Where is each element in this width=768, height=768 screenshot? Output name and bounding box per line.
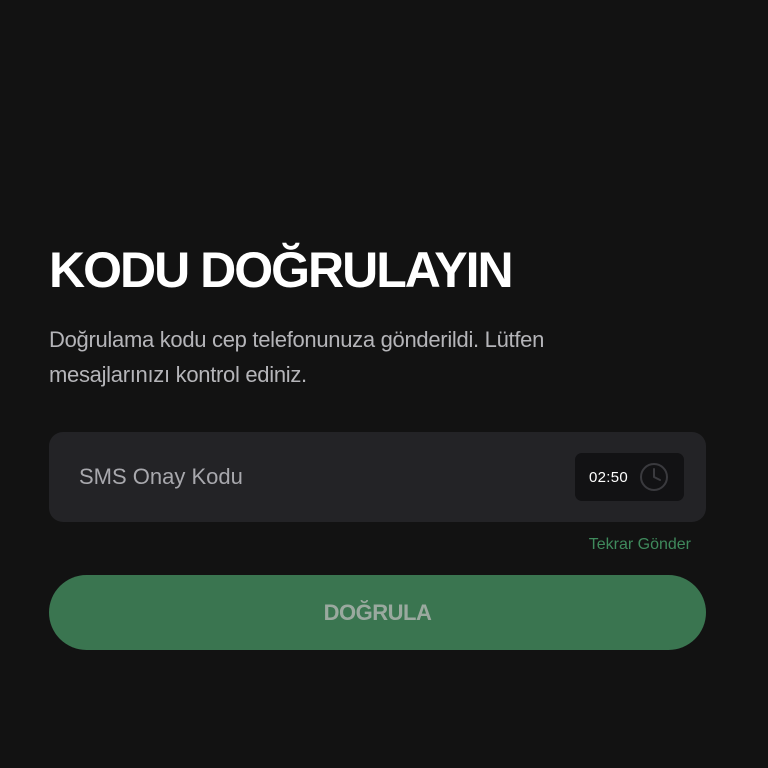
page-title: KODU DOĞRULAYIN	[49, 242, 514, 298]
countdown-timer: 02:50	[575, 453, 684, 501]
timer-text: 02:50	[589, 468, 629, 486]
sms-code-field: 02:50	[49, 432, 706, 522]
resend-code-link[interactable]: Tekrar Gönder	[589, 536, 691, 553]
page-subtitle: Doğrulama kodu cep telefonunuza gönderil…	[49, 327, 545, 387]
sms-code-input[interactable]	[79, 464, 575, 490]
verification-form: KODU DOĞRULAYIN Doğrulama kodu cep telef…	[49, 238, 706, 650]
verify-button[interactable]: DOĞRULA	[49, 575, 706, 650]
clock-icon	[640, 463, 669, 491]
resend-row: Tekrar Gönder	[49, 533, 706, 557]
